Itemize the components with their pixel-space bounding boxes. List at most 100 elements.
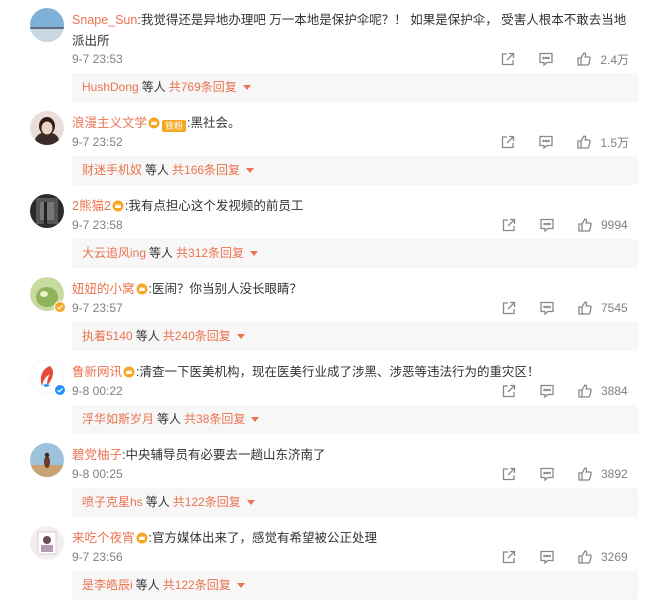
comment-time: 9-7 23:58 (72, 218, 123, 232)
comment-username[interactable]: 浪漫主义文学 (72, 116, 147, 130)
vip-crown-icon (136, 530, 148, 551)
comment-actions: 3892 (501, 465, 629, 483)
share-icon[interactable] (500, 51, 516, 67)
like-count: 3269 (601, 550, 628, 564)
chevron-down-icon[interactable] (236, 334, 245, 339)
like-count: 2.4万 (600, 52, 629, 67)
reply-summary[interactable]: 浮华如斯岁月 等人 共38条回复 (72, 405, 638, 434)
chevron-down-icon[interactable] (250, 251, 259, 256)
comment-actions: 1.5万 (500, 133, 629, 151)
comment-content: :黑社会。 (187, 116, 241, 130)
reply-join-text: 等人 (145, 495, 170, 509)
reply-total[interactable]: 共122条回复 (163, 578, 231, 592)
comment-time: 9-7 23:57 (72, 301, 123, 315)
reply-summary[interactable]: 大云追风ing 等人 共312条回复 (72, 239, 638, 268)
share-icon[interactable] (501, 466, 517, 482)
fan-badge: 铁粉 (162, 120, 187, 132)
like-count: 1.5万 (600, 135, 629, 150)
like-icon[interactable] (576, 134, 592, 150)
comment-actions: 2.4万 (500, 50, 629, 68)
comment-actions: 9994 (501, 216, 629, 234)
avatar[interactable] (30, 111, 64, 145)
like-count: 7545 (601, 301, 628, 315)
chevron-down-icon[interactable] (246, 168, 255, 173)
reply-summary[interactable]: HushDong 等人 共769条回复 (72, 73, 638, 102)
avatar[interactable] (30, 194, 64, 228)
vip-crown-icon (112, 198, 124, 219)
comment-text: 碧党柚子:中央辅导员有必要去一趟山东济南了 (72, 445, 638, 466)
reply-summary[interactable]: 执着5140 等人 共240条回复 (72, 322, 638, 351)
reply-total[interactable]: 共769条回复 (169, 80, 237, 94)
like-icon[interactable] (577, 383, 593, 399)
comment-actions: 3269 (501, 548, 629, 566)
reply-username[interactable]: 浮华如斯岁月 (82, 412, 154, 426)
like-icon[interactable] (577, 466, 593, 482)
comment-icon[interactable] (539, 466, 555, 482)
comment-time: 9-8 00:25 (72, 467, 123, 481)
comment-icon[interactable] (539, 549, 555, 565)
vip-crown-icon (148, 115, 160, 136)
chevron-down-icon[interactable] (236, 583, 245, 588)
like-icon[interactable] (577, 300, 593, 316)
reply-username[interactable]: 执着5140 (82, 329, 133, 343)
like-icon[interactable] (577, 549, 593, 565)
comment-username[interactable]: 鲁新网讯 (72, 365, 122, 379)
comment-content: :官方媒体出来了，感觉有希望被公正处理 (148, 531, 377, 545)
reply-join-text: 等人 (135, 578, 160, 592)
chevron-down-icon[interactable] (246, 500, 255, 505)
avatar[interactable] (30, 8, 64, 42)
share-icon[interactable] (501, 217, 517, 233)
comment-username[interactable]: 妞妞的小窝 (72, 282, 135, 296)
comment-icon[interactable] (539, 383, 555, 399)
comment-time: 9-8 00:22 (72, 384, 123, 398)
comment-actions: 7545 (501, 299, 629, 317)
comment-username[interactable]: 来吃个夜宵 (72, 531, 135, 545)
reply-username[interactable]: 财迷手机奴 (82, 163, 142, 177)
comment-content: :中央辅导员有必要去一趟山东济南了 (122, 448, 326, 462)
vip-crown-icon (136, 281, 148, 302)
comment-time: 9-7 23:52 (72, 135, 123, 149)
reply-username[interactable]: HushDong (82, 80, 139, 94)
reply-username[interactable]: 喷子克星hs (82, 495, 143, 509)
reply-join-text: 等人 (135, 329, 160, 343)
like-count: 9994 (601, 218, 628, 232)
comment-time: 9-7 23:53 (72, 52, 123, 66)
comment-icon[interactable] (539, 217, 555, 233)
comment-list: Snape_Sun:我觉得还是异地办理吧 万一本地是保护伞呢？！ 如果是保护伞，… (0, 0, 651, 601)
reply-total[interactable]: 共122条回复 (173, 495, 241, 509)
like-count: 3892 (601, 467, 628, 481)
comment-icon[interactable] (539, 300, 555, 316)
like-count: 3884 (601, 384, 628, 398)
reply-total[interactable]: 共166条回复 (172, 163, 240, 177)
reply-summary[interactable]: 喷子克星hs 等人 共122条回复 (72, 488, 638, 517)
comment-username[interactable]: 2熊猫2 (72, 199, 111, 213)
comment-content: :医闹？你当别人没长眼睛？ (148, 282, 302, 296)
reply-summary[interactable]: 财迷手机奴 等人 共166条回复 (72, 156, 638, 185)
verified-icon (54, 384, 66, 396)
reply-total[interactable]: 共240条回复 (163, 329, 231, 343)
share-icon[interactable] (501, 300, 517, 316)
comment-icon[interactable] (538, 134, 554, 150)
comment-time: 9-7 23:56 (72, 550, 123, 564)
chevron-down-icon[interactable] (242, 85, 251, 90)
comment-username[interactable]: 碧党柚子 (72, 448, 122, 462)
avatar[interactable] (30, 526, 64, 560)
avatar[interactable] (30, 277, 66, 313)
comment-icon[interactable] (538, 51, 554, 67)
like-icon[interactable] (576, 51, 592, 67)
reply-username[interactable]: 是李皓辰i (82, 578, 133, 592)
share-icon[interactable] (501, 549, 517, 565)
reply-total[interactable]: 共312条回复 (176, 246, 244, 260)
avatar[interactable] (30, 443, 64, 477)
share-icon[interactable] (500, 134, 516, 150)
reply-summary[interactable]: 是李皓辰i 等人 共122条回复 (72, 571, 638, 600)
chevron-down-icon[interactable] (251, 417, 260, 422)
comment-username[interactable]: Snape_Sun (72, 13, 137, 27)
share-icon[interactable] (501, 383, 517, 399)
reply-username[interactable]: 大云追风ing (82, 246, 146, 260)
avatar[interactable] (30, 360, 66, 396)
verified-icon (54, 301, 66, 313)
like-icon[interactable] (577, 217, 593, 233)
comment-content: :我觉得还是异地办理吧 万一本地是保护伞呢？！ 如果是保护伞， 受害人根本不敢去… (72, 13, 627, 48)
reply-total[interactable]: 共38条回复 (184, 412, 245, 426)
